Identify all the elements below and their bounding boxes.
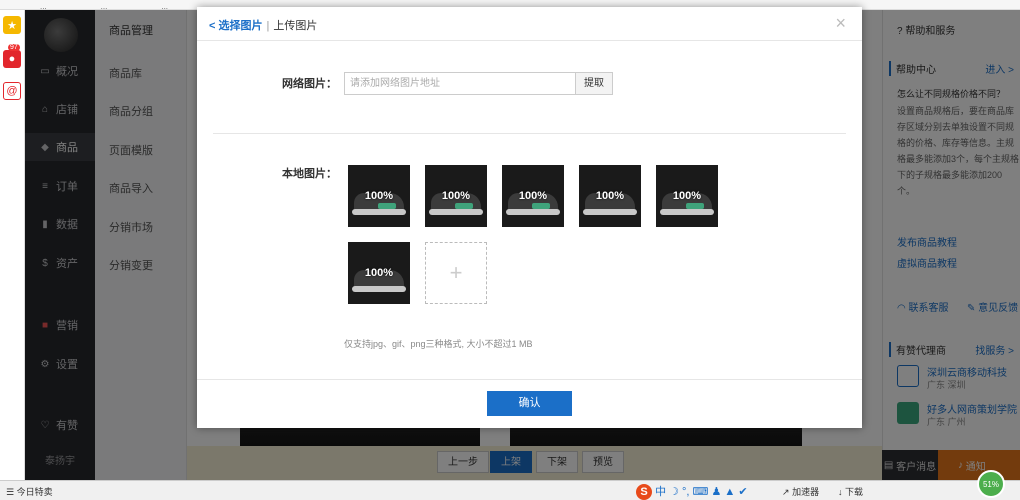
- divider: [197, 40, 862, 41]
- performance-indicator[interactable]: 51%: [977, 470, 1005, 498]
- dialog-title: 上传图片: [273, 20, 318, 32]
- confirm-button[interactable]: 确认: [487, 391, 572, 416]
- download-button[interactable]: ↓ 下载: [838, 485, 863, 498]
- weibo-icon[interactable]: ●: [3, 50, 21, 68]
- today-deals-link[interactable]: ☰ 今日特卖: [6, 485, 53, 498]
- bookmark-item[interactable]: ...: [101, 3, 108, 10]
- image-url-input[interactable]: [344, 72, 575, 95]
- upload-progress: 100%: [364, 267, 394, 279]
- browser-sidebar: ★ ● 97 @: [0, 10, 25, 480]
- list-icon: ☰: [6, 487, 15, 497]
- upload-progress: 100%: [364, 190, 394, 202]
- dialog-header: < 选择图片 | 上传图片: [209, 17, 317, 33]
- image-thumbnail[interactable]: 100%: [579, 165, 641, 227]
- accelerator-icon: ↗: [782, 487, 790, 497]
- upload-progress: 100%: [441, 190, 471, 202]
- back-to-select-link[interactable]: < 选择图片: [209, 20, 262, 32]
- upload-progress: 100%: [595, 190, 625, 202]
- add-image-button[interactable]: +: [425, 242, 487, 304]
- fetch-button[interactable]: 提取: [575, 72, 613, 95]
- image-thumbnail[interactable]: 100%: [425, 165, 487, 227]
- divider: [213, 133, 846, 134]
- image-thumbnail[interactable]: 100%: [656, 165, 718, 227]
- upload-progress: 100%: [672, 190, 702, 202]
- image-thumbnail[interactable]: 100%: [502, 165, 564, 227]
- format-hint: 仅支持jpg、gif、png三种格式, 大小不超过1 MB: [344, 339, 533, 349]
- taskbar: ☰ 今日特卖 S 中 ☽ °, ⌨ ♟ ▲ ✔ ↗ 加速器 ↓ 下载: [0, 480, 1020, 500]
- bookmark-item[interactable]: ...: [40, 3, 47, 10]
- local-image-label: 本地图片：: [282, 168, 337, 180]
- upload-image-dialog: < 选择图片 |上传图片 × 网络图片： 提取 本地图片： 100% 100% 1…: [197, 7, 862, 428]
- sogou-icon: S: [636, 484, 652, 500]
- mail-icon[interactable]: @: [3, 82, 21, 100]
- close-icon[interactable]: ×: [835, 13, 846, 34]
- bookmark-item[interactable]: ...: [161, 3, 168, 10]
- image-thumbnail[interactable]: 100%: [348, 242, 410, 304]
- net-image-label: 网络图片：: [282, 78, 337, 90]
- upload-progress: 100%: [518, 190, 548, 202]
- download-icon: ↓: [838, 487, 843, 497]
- accelerator-button[interactable]: ↗ 加速器: [782, 485, 819, 498]
- star-icon[interactable]: ★: [3, 16, 21, 34]
- notification-badge: 97: [8, 44, 20, 51]
- header-separator: |: [266, 20, 270, 32]
- divider: [197, 379, 862, 380]
- image-thumbnail[interactable]: 100%: [348, 165, 410, 227]
- ime-toolbar[interactable]: S 中 ☽ °, ⌨ ♟ ▲ ✔: [636, 483, 748, 500]
